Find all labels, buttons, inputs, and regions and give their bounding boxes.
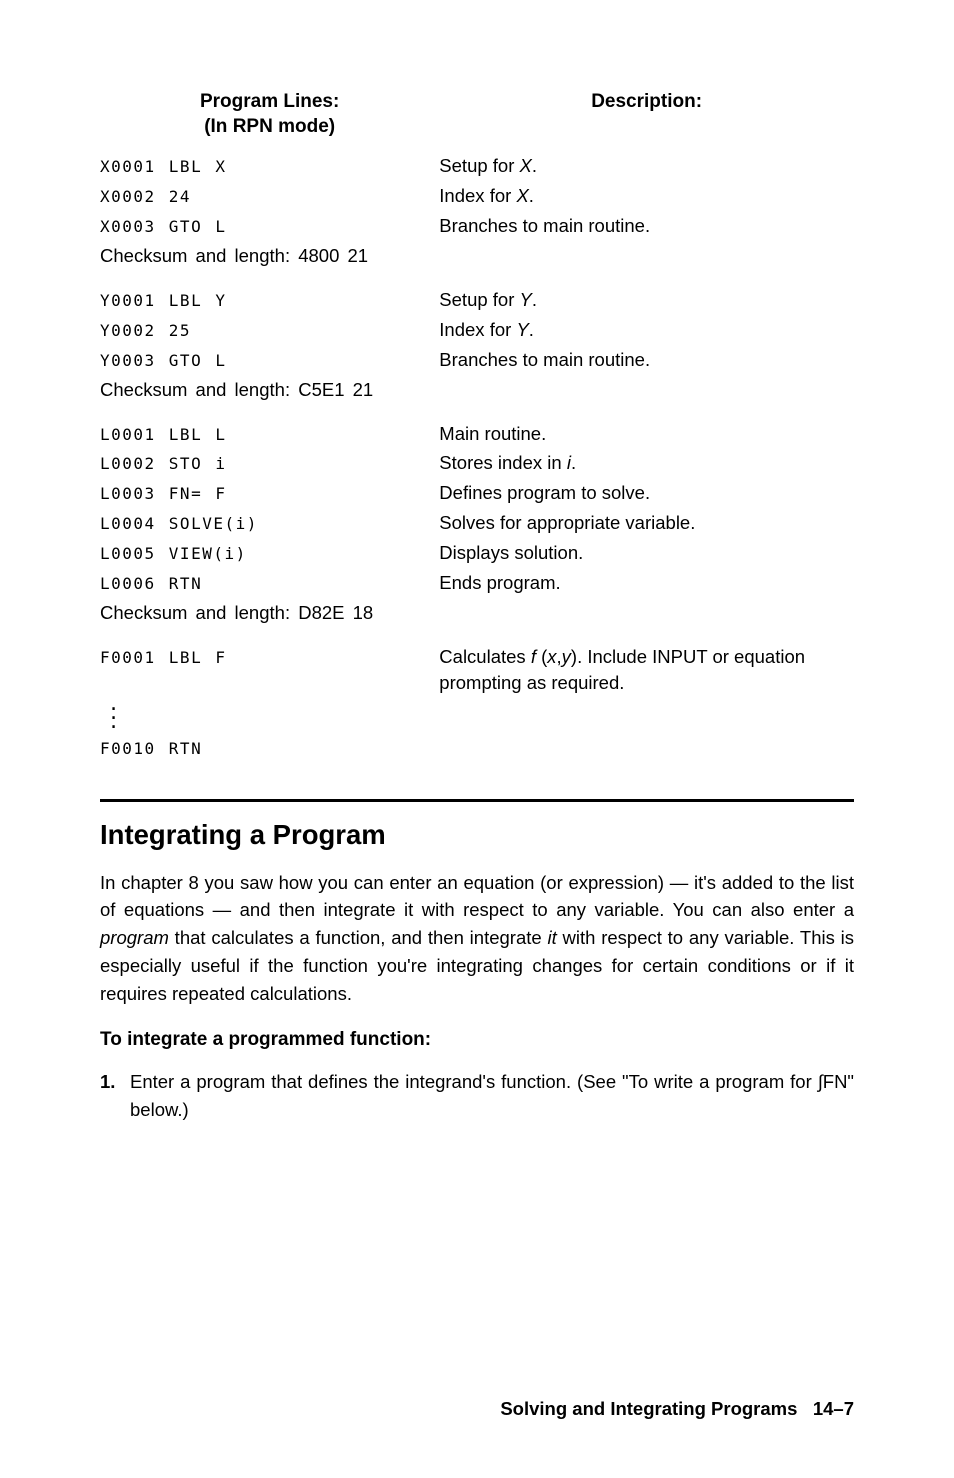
block-f: F0001 LBL F Calculates f (x,y). Include … (100, 644, 854, 761)
checksum-row: Checksum and length: 4800 21 (100, 243, 854, 269)
header-description: Description: (439, 90, 854, 139)
table-row: L0001 LBL L Main routine. (100, 421, 854, 447)
page-footer: Solving and Integrating Programs 14–7 (500, 1396, 854, 1422)
code-line: Y0002 25 (100, 321, 191, 340)
list-text: Enter a program that defines the integra… (130, 1068, 854, 1124)
table-row: L0002 STO i Stores index in i. (100, 450, 854, 476)
table-row: L0005 VIEW(i) Displays solution. (100, 540, 854, 566)
list-number: 1. (100, 1068, 130, 1124)
table-row: F0010 RTN (100, 735, 854, 761)
code-line: L0001 LBL L (100, 425, 226, 444)
code-line: X0001 LBL X (100, 157, 226, 176)
section-heading: Integrating a Program (100, 816, 854, 855)
list-item: 1. Enter a program that defines the inte… (100, 1068, 854, 1124)
table-headers: Program Lines: (In RPN mode) Description… (100, 90, 854, 139)
code-line: L0002 STO i (100, 454, 226, 473)
block-l: L0001 LBL L Main routine. L0002 STO i St… (100, 421, 854, 626)
table-row: L0004 SOLVE(i) Solves for appropriate va… (100, 510, 854, 536)
code-line: X0003 GTO L (100, 217, 226, 236)
code-line: L0006 RTN (100, 574, 202, 593)
checksum-row: Checksum and length: C5E1 21 (100, 377, 854, 403)
code-line: Y0003 GTO L (100, 351, 226, 370)
table-row: X0001 LBL X Setup for X. (100, 153, 854, 179)
intro-paragraph: In chapter 8 you saw how you can enter a… (100, 869, 854, 1008)
code-line: L0004 SOLVE(i) (100, 514, 258, 533)
code-line: Y0001 LBL Y (100, 291, 226, 310)
code-line: F0010 RTN (100, 739, 202, 758)
section-rule (100, 799, 854, 802)
block-x: X0001 LBL X Setup for X. X0002 24 Index … (100, 153, 854, 269)
header-program-lines: Program Lines: (In RPN mode) (100, 90, 439, 139)
table-row: X0003 GTO L Branches to main routine. (100, 213, 854, 239)
code-line: X0002 24 (100, 187, 191, 206)
desc-f: Calculates f (x,y). Include INPUT or equ… (439, 644, 854, 696)
vertical-dots-icon: ... (108, 700, 854, 728)
table-row: F0001 LBL F Calculates f (x,y). Include … (100, 644, 854, 696)
checksum-row: Checksum and length: D82E 18 (100, 600, 854, 626)
table-row: Y0003 GTO L Branches to main routine. (100, 347, 854, 373)
sub-heading: To integrate a programmed function: (100, 1027, 854, 1054)
program-table: Program Lines: (In RPN mode) Description… (100, 90, 854, 761)
table-row: L0003 FN= F Defines program to solve. (100, 480, 854, 506)
code-line: F0001 LBL F (100, 648, 226, 667)
table-row: L0006 RTN Ends program. (100, 570, 854, 596)
code-line: L0003 FN= F (100, 484, 226, 503)
code-line: L0005 VIEW(i) (100, 544, 247, 563)
table-row: Y0002 25 Index for Y. (100, 317, 854, 343)
block-y: Y0001 LBL Y Setup for Y. Y0002 25 Index … (100, 287, 854, 403)
table-row: Y0001 LBL Y Setup for Y. (100, 287, 854, 313)
table-row: X0002 24 Index for X. (100, 183, 854, 209)
